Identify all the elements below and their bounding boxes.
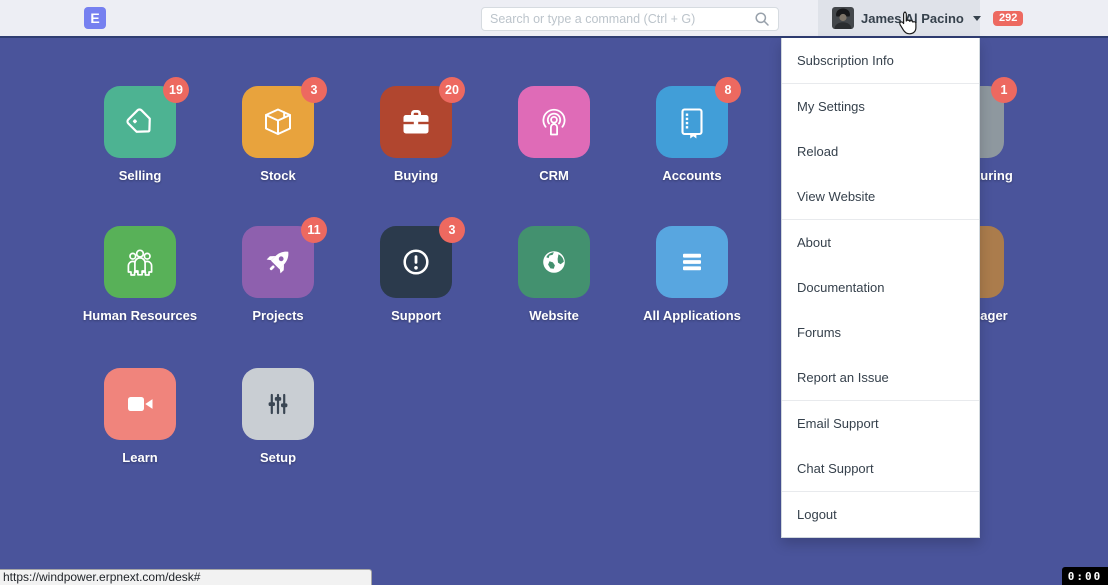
list-icon bbox=[675, 245, 709, 279]
module-tile-setup[interactable]: Setup bbox=[242, 368, 314, 440]
chevron-down-icon bbox=[973, 16, 981, 21]
user-dropdown-menu: Subscription Info My Settings Reload Vie… bbox=[781, 38, 980, 538]
recording-timer: 0:00 bbox=[1062, 567, 1108, 585]
module-label: CRM bbox=[482, 168, 626, 183]
ledger-book-icon bbox=[675, 105, 709, 139]
menu-item-chat-support[interactable]: Chat Support bbox=[782, 446, 979, 491]
box-icon bbox=[261, 105, 295, 139]
module-tile-projects[interactable]: 11 Projects bbox=[242, 226, 314, 298]
module-label: Stock bbox=[206, 168, 350, 183]
notifications-badge[interactable]: 292 bbox=[993, 11, 1023, 26]
module-label: Selling bbox=[68, 168, 212, 183]
menu-item-report-an-issue[interactable]: Report an Issue bbox=[782, 355, 979, 400]
module-label: All Applications bbox=[620, 308, 764, 323]
setup-tile bbox=[242, 368, 314, 440]
menu-item-view-website[interactable]: View Website bbox=[782, 174, 979, 219]
sliders-icon bbox=[261, 387, 295, 421]
menu-item-about[interactable]: About bbox=[782, 220, 979, 265]
rocket-icon bbox=[261, 245, 295, 279]
search-input[interactable] bbox=[482, 12, 754, 26]
module-label: Website bbox=[482, 308, 626, 323]
module-tile-selling[interactable]: 19 Selling bbox=[104, 86, 176, 158]
count-badge: 8 bbox=[715, 77, 741, 103]
module-tile-buying[interactable]: 20 Buying bbox=[380, 86, 452, 158]
module-label: Support bbox=[344, 308, 488, 323]
broadcast-icon bbox=[537, 105, 571, 139]
menu-item-subscription-info[interactable]: Subscription Info bbox=[782, 38, 979, 83]
module-label: Accounts bbox=[620, 168, 764, 183]
menu-item-logout[interactable]: Logout bbox=[782, 492, 979, 537]
selling-tile: 19 bbox=[104, 86, 176, 158]
user-menu-toggle[interactable]: James Al Pacino bbox=[818, 0, 980, 36]
stock-tile: 3 bbox=[242, 86, 314, 158]
projects-tile: 11 bbox=[242, 226, 314, 298]
count-badge: 11 bbox=[301, 217, 327, 243]
module-tile-website[interactable]: Website bbox=[518, 226, 590, 298]
status-bar-url: https://windpower.erpnext.com/desk# bbox=[0, 569, 372, 585]
video-icon bbox=[123, 387, 157, 421]
avatar bbox=[832, 7, 854, 29]
search-box bbox=[481, 7, 779, 31]
buying-tile: 20 bbox=[380, 86, 452, 158]
module-tile-stock[interactable]: 3 Stock bbox=[242, 86, 314, 158]
support-tile: 3 bbox=[380, 226, 452, 298]
menu-item-forums[interactable]: Forums bbox=[782, 310, 979, 355]
module-tile-human-resources[interactable]: Human Resources bbox=[104, 226, 176, 298]
module-tile-crm[interactable]: CRM bbox=[518, 86, 590, 158]
human-resources-tile bbox=[104, 226, 176, 298]
menu-item-documentation[interactable]: Documentation bbox=[782, 265, 979, 310]
count-badge: 3 bbox=[439, 217, 465, 243]
module-tile-support[interactable]: 3 Support bbox=[380, 226, 452, 298]
issue-icon bbox=[399, 245, 433, 279]
globe-icon bbox=[537, 245, 571, 279]
module-tile-learn[interactable]: Learn bbox=[104, 368, 176, 440]
crm-tile bbox=[518, 86, 590, 158]
menu-item-reload[interactable]: Reload bbox=[782, 129, 979, 174]
tag-icon bbox=[123, 105, 157, 139]
search-icon bbox=[754, 11, 770, 27]
menu-item-email-support[interactable]: Email Support bbox=[782, 401, 979, 446]
module-tile-all-applications[interactable]: All Applications bbox=[656, 226, 728, 298]
module-label: Projects bbox=[206, 308, 350, 323]
erpnext-desk: 19 Selling 3 Stock 2 bbox=[0, 0, 1108, 585]
navbar: E James Al Pacino 292 bbox=[0, 0, 1108, 38]
count-badge: 19 bbox=[163, 77, 189, 103]
people-icon bbox=[123, 245, 157, 279]
app-logo[interactable]: E bbox=[84, 7, 106, 29]
count-badge: 20 bbox=[439, 77, 465, 103]
menu-item-my-settings[interactable]: My Settings bbox=[782, 84, 979, 129]
user-name: James Al Pacino bbox=[861, 11, 964, 26]
accounts-tile: 8 bbox=[656, 86, 728, 158]
learn-tile bbox=[104, 368, 176, 440]
website-tile bbox=[518, 226, 590, 298]
count-badge: 1 bbox=[991, 77, 1017, 103]
all-applications-tile bbox=[656, 226, 728, 298]
module-label: Learn bbox=[68, 450, 212, 465]
module-tile-accounts[interactable]: 8 Accounts bbox=[656, 86, 728, 158]
count-badge: 3 bbox=[301, 77, 327, 103]
module-label: Buying bbox=[344, 168, 488, 183]
module-label: Setup bbox=[206, 450, 350, 465]
briefcase-icon bbox=[399, 105, 433, 139]
module-label: Human Resources bbox=[68, 308, 212, 323]
